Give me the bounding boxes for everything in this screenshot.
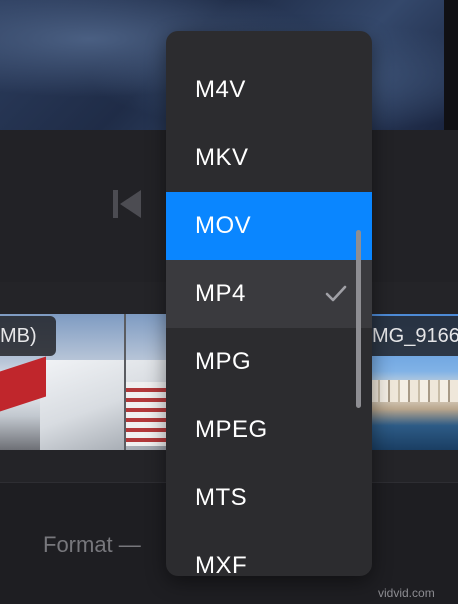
menu-item-mkv[interactable]: MKV xyxy=(166,124,372,192)
format-label[interactable]: Format — xyxy=(43,530,141,560)
clip-filename-label: MG_9166 xyxy=(370,316,458,356)
menu-item-mts[interactable]: MTS xyxy=(166,464,372,532)
preview-edge xyxy=(444,0,458,130)
menu-item-mxf[interactable]: MXF xyxy=(166,532,372,576)
clip-fence xyxy=(126,382,168,446)
clip-size-label: MB) xyxy=(0,316,56,356)
app-window: MB) MG_9166 Format — M4V MKV MOV MP4 MPG… xyxy=(0,0,458,604)
menu-item-label: MP4 xyxy=(195,280,246,307)
skip-back-icon[interactable] xyxy=(111,188,143,220)
watermark: vidvid.com xyxy=(378,586,435,600)
menu-item-mpeg[interactable]: MPEG xyxy=(166,396,372,464)
menu-item-mp4[interactable]: MP4 xyxy=(166,260,372,328)
checkmark-icon xyxy=(325,285,347,302)
menu-item-mpg[interactable]: MPG xyxy=(166,328,372,396)
format-dropdown-menu: M4V MKV MOV MP4 MPG MPEG MTS MXF xyxy=(166,31,372,576)
menu-item-m4v[interactable]: M4V xyxy=(166,56,372,124)
dropdown-scrollbar[interactable] xyxy=(356,230,361,408)
clip-harbor-buildings xyxy=(370,380,458,402)
menu-item-mov[interactable]: MOV xyxy=(166,192,372,260)
